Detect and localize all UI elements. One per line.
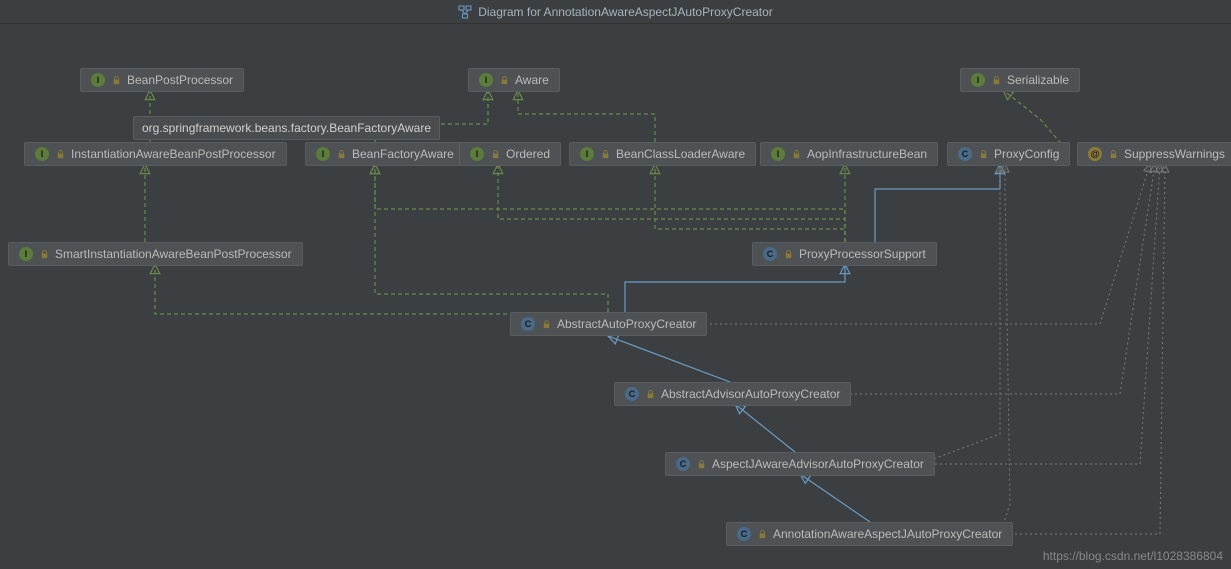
node-label: AbstractAutoProxyCreator: [557, 317, 696, 331]
diagram-canvas[interactable]: I BeanPostProcessor I Aware I Serializab…: [0, 24, 1231, 569]
node-ordered[interactable]: I Ordered: [459, 142, 561, 166]
interface-icon: I: [470, 147, 484, 161]
lock-icon: [541, 319, 551, 329]
node-label: Serializable: [1007, 73, 1069, 87]
node-label: AbstractAdvisorAutoProxyCreator: [661, 387, 840, 401]
interface-icon: I: [771, 147, 785, 161]
lock-icon: [336, 149, 346, 159]
lock-icon: [783, 249, 793, 259]
lock-icon: [39, 249, 49, 259]
lock-icon: [111, 75, 121, 85]
node-label: SmartInstantiationAwareBeanPostProcessor: [55, 247, 292, 261]
tooltip-text: org.springframework.beans.factory.BeanFa…: [142, 121, 431, 135]
lock-icon: [1108, 149, 1118, 159]
node-label: SuppressWarnings: [1124, 147, 1225, 161]
interface-icon: I: [35, 147, 49, 161]
title-text: Diagram for AnnotationAwareAspectJAutoPr…: [478, 5, 773, 19]
lock-icon: [978, 149, 988, 159]
lock-icon: [645, 389, 655, 399]
lock-icon: [991, 75, 1001, 85]
node-abstract-advisor-apc[interactable]: C AbstractAdvisorAutoProxyCreator: [614, 382, 851, 406]
interface-icon: I: [971, 73, 985, 87]
node-label: Ordered: [506, 147, 550, 161]
node-aspectj-aware-apc[interactable]: C AspectJAwareAdvisorAutoProxyCreator: [665, 452, 935, 476]
node-bean-class-loader-aware[interactable]: I BeanClassLoaderAware: [569, 142, 756, 166]
node-serializable[interactable]: I Serializable: [960, 68, 1080, 92]
interface-icon: I: [19, 247, 33, 261]
node-annotation-aware-aj-apc[interactable]: C AnnotationAwareAspectJAutoProxyCreator: [726, 522, 1013, 546]
node-label: AspectJAwareAdvisorAutoProxyCreator: [712, 457, 924, 471]
title-bar: Diagram for AnnotationAwareAspectJAutoPr…: [0, 0, 1231, 24]
node-label: ProxyConfig: [994, 147, 1059, 161]
node-abstract-auto-proxy-creator[interactable]: C AbstractAutoProxyCreator: [510, 312, 707, 336]
class-icon: C: [737, 527, 751, 541]
node-bean-post-processor[interactable]: I BeanPostProcessor: [80, 68, 244, 92]
class-icon: C: [625, 387, 639, 401]
class-icon: C: [521, 317, 535, 331]
node-bean-factory-aware[interactable]: I BeanFactoryAware: [305, 142, 465, 166]
node-aware[interactable]: I Aware: [468, 68, 560, 92]
node-suppress-warnings[interactable]: @ SuppressWarnings: [1077, 142, 1231, 166]
watermark: https://blog.csdn.net/l1028386804: [1043, 549, 1223, 563]
node-label: Aware: [515, 73, 549, 87]
lock-icon: [499, 75, 509, 85]
node-proxy-processor-support[interactable]: C ProxyProcessorSupport: [752, 242, 937, 266]
lock-icon: [696, 459, 706, 469]
node-aop-infra-bean[interactable]: I AopInfrastructureBean: [760, 142, 938, 166]
node-label: BeanFactoryAware: [352, 147, 454, 161]
lock-icon: [490, 149, 500, 159]
lock-icon: [757, 529, 767, 539]
diagram-icon: [458, 5, 472, 19]
node-label: ProxyProcessorSupport: [799, 247, 926, 261]
class-icon: C: [676, 457, 690, 471]
class-icon: C: [763, 247, 777, 261]
interface-icon: I: [479, 73, 493, 87]
node-instantiation-aware-bpp[interactable]: I InstantiationAwareBeanPostProcessor: [24, 142, 287, 166]
annotation-icon: @: [1088, 147, 1102, 161]
interface-icon: I: [91, 73, 105, 87]
lock-icon: [55, 149, 65, 159]
lock-icon: [600, 149, 610, 159]
node-label: AnnotationAwareAspectJAutoProxyCreator: [773, 527, 1002, 541]
node-smart-inst-bpp[interactable]: I SmartInstantiationAwareBeanPostProcess…: [8, 242, 303, 266]
lock-icon: [791, 149, 801, 159]
node-label: BeanPostProcessor: [127, 73, 233, 87]
node-label: AopInfrastructureBean: [807, 147, 927, 161]
edges-svg: [0, 24, 1231, 569]
interface-icon: I: [316, 147, 330, 161]
class-icon: C: [958, 147, 972, 161]
node-label: BeanClassLoaderAware: [616, 147, 745, 161]
tooltip: org.springframework.beans.factory.BeanFa…: [133, 116, 440, 140]
node-proxy-config[interactable]: C ProxyConfig: [947, 142, 1070, 166]
interface-icon: I: [580, 147, 594, 161]
node-label: InstantiationAwareBeanPostProcessor: [71, 147, 276, 161]
